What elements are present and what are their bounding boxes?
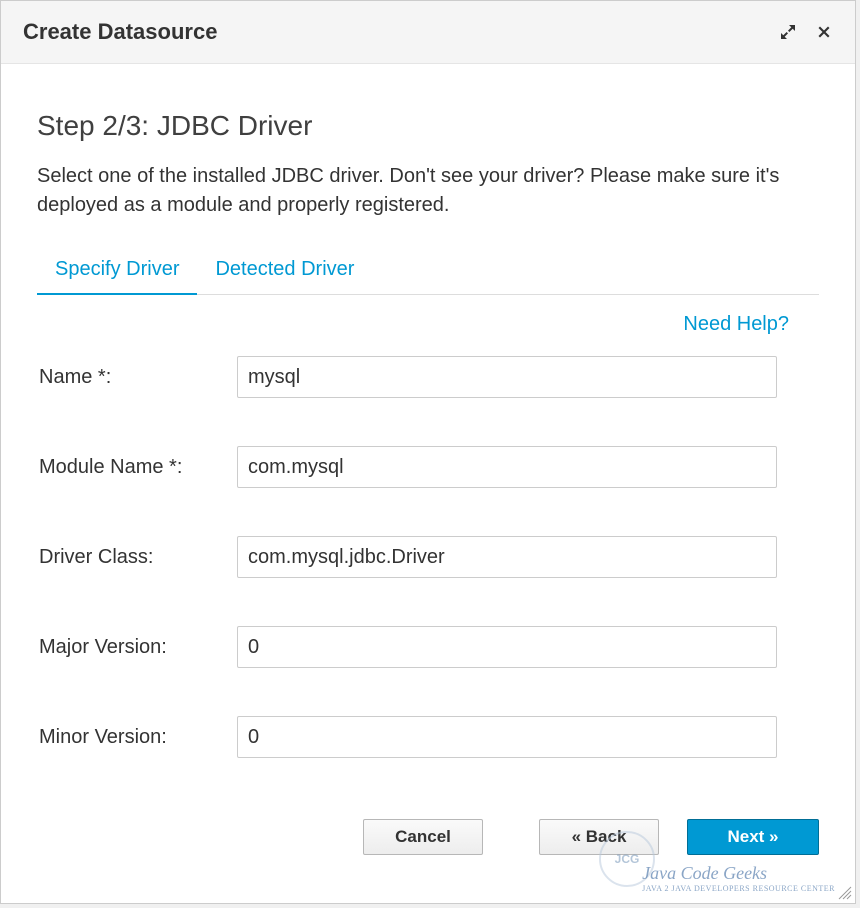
dialog-content: Step 2/3: JDBC Driver Select one of the … <box>1 64 855 758</box>
dialog-title: Create Datasource <box>23 19 217 45</box>
module-name-input[interactable] <box>237 446 777 488</box>
nav-button-group: « Back Next » <box>539 819 819 855</box>
next-button[interactable]: Next » <box>687 819 819 855</box>
watermark-main: Java Code Geeks <box>642 863 767 883</box>
tabs: Specify Driver Detected Driver <box>37 248 819 295</box>
back-button[interactable]: « Back <box>539 819 659 855</box>
driver-class-label: Driver Class: <box>37 546 237 569</box>
need-help-link[interactable]: Need Help? <box>683 313 789 335</box>
form-row-driver: Driver Class: <box>37 536 819 578</box>
form-row-name: Name *: <box>37 356 819 398</box>
dialog-titlebar: Create Datasource <box>1 1 855 64</box>
close-icon[interactable] <box>815 23 833 41</box>
resize-handle-icon[interactable] <box>837 885 853 901</box>
major-version-input[interactable] <box>237 626 777 668</box>
watermark: Java Code Geeks JAVA 2 JAVA DEVELOPERS R… <box>642 863 835 893</box>
module-name-label: Module Name *: <box>37 456 237 479</box>
cancel-button[interactable]: Cancel <box>363 819 483 855</box>
tab-specify-driver[interactable]: Specify Driver <box>37 248 197 295</box>
form-row-major: Major Version: <box>37 626 819 668</box>
driver-class-input[interactable] <box>237 536 777 578</box>
minor-version-input[interactable] <box>237 716 777 758</box>
create-datasource-dialog: Create Datasource Step 2/3: JDBC Driver … <box>0 0 856 904</box>
watermark-sub: JAVA 2 JAVA DEVELOPERS RESOURCE CENTER <box>642 884 835 893</box>
button-bar: Cancel « Back Next » <box>363 819 819 855</box>
form-row-module: Module Name *: <box>37 446 819 488</box>
name-label: Name *: <box>37 366 237 389</box>
expand-icon[interactable] <box>779 23 797 41</box>
form-row-minor: Minor Version: <box>37 716 819 758</box>
step-title: Step 2/3: JDBC Driver <box>37 110 819 142</box>
help-link-row: Need Help? <box>37 313 819 336</box>
tab-detected-driver[interactable]: Detected Driver <box>197 248 372 295</box>
step-description: Select one of the installed JDBC driver.… <box>37 162 819 220</box>
minor-version-label: Minor Version: <box>37 726 237 749</box>
title-controls <box>779 23 833 41</box>
name-input[interactable] <box>237 356 777 398</box>
major-version-label: Major Version: <box>37 636 237 659</box>
